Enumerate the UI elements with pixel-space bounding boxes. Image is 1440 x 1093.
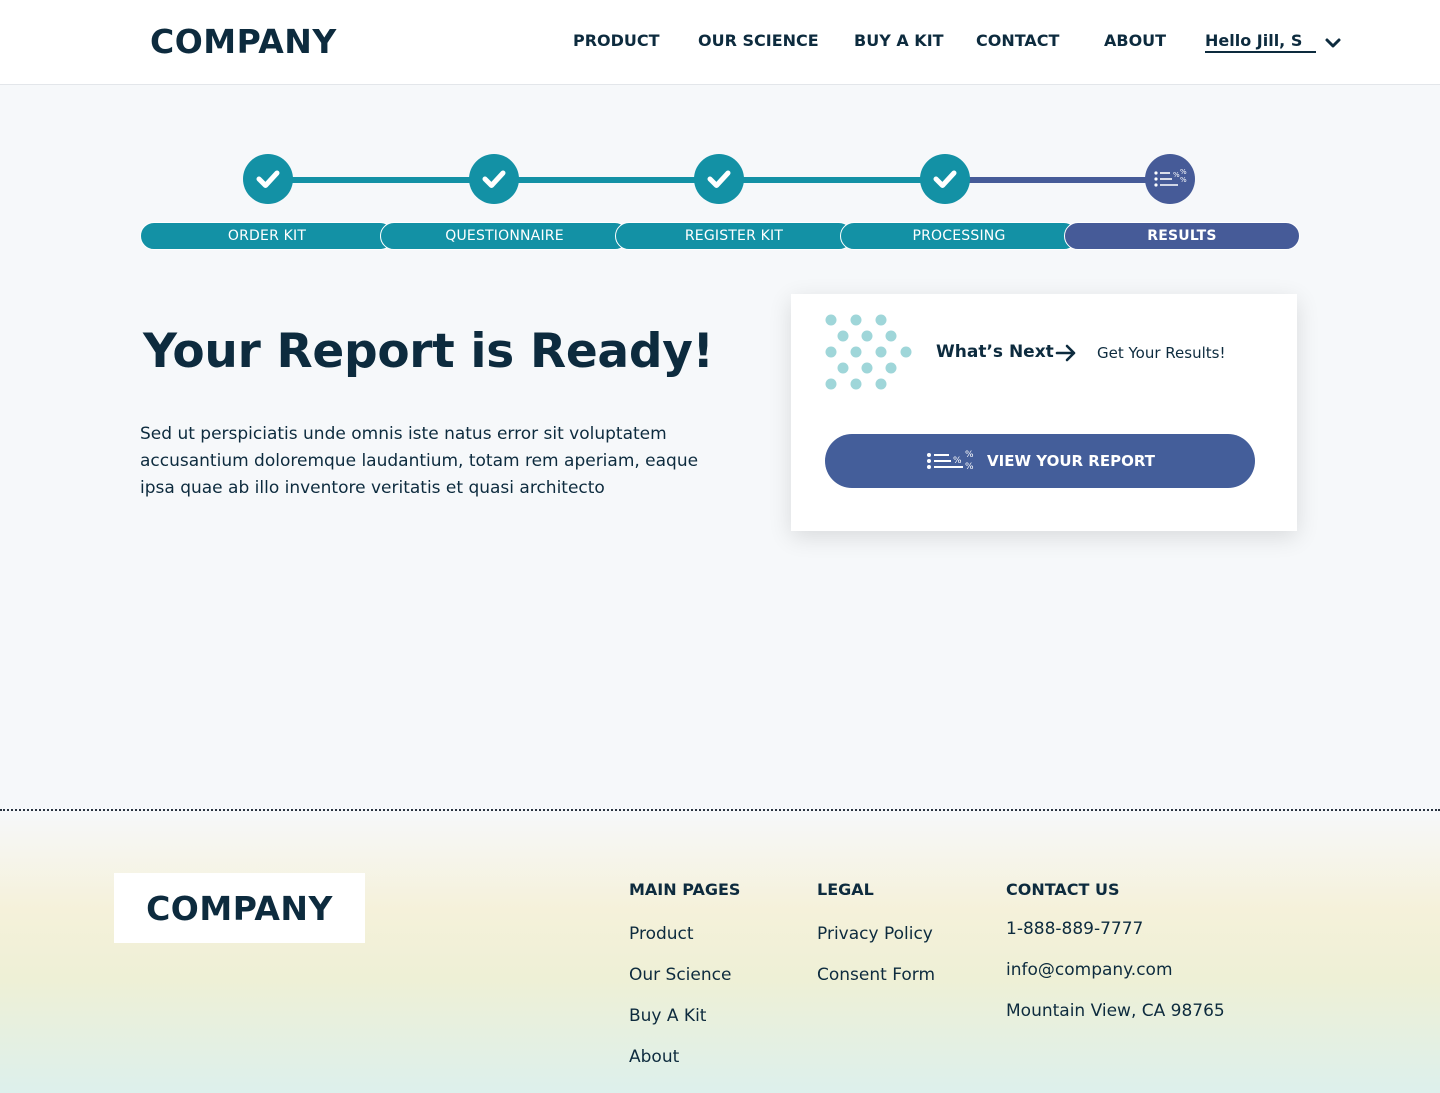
step-connector <box>720 177 946 183</box>
progress-stepper: % % % ORDER KIT QUESTIONNAIRE REGISTER K… <box>140 150 1300 252</box>
footer-link-privacy-policy[interactable]: Privacy Policy <box>817 924 933 944</box>
step-connector <box>494 177 720 183</box>
step-label-order-kit[interactable]: ORDER KIT <box>140 222 394 250</box>
footer-logo: COMPANY <box>146 888 333 928</box>
whats-next-label: What’s Next <box>936 342 1054 362</box>
arrow-right-icon <box>1055 344 1076 362</box>
step-label-register-kit[interactable]: REGISTER KIT <box>615 222 853 250</box>
report-icon: % % % <box>927 450 974 472</box>
site-footer: COMPANY MAIN PAGES Product Our Science B… <box>0 811 1440 1093</box>
logo[interactable]: COMPANY <box>150 22 337 61</box>
step-label-results[interactable]: RESULTS <box>1064 222 1300 250</box>
check-icon <box>469 154 519 204</box>
get-results-text: Get Your Results! <box>1097 344 1226 362</box>
legal-heading: LEGAL <box>817 880 874 899</box>
contact-address: Mountain View, CA 98765 <box>1006 1001 1225 1021</box>
step-connector <box>268 177 494 183</box>
footer-link-about[interactable]: About <box>629 1047 679 1067</box>
nav-about[interactable]: ABOUT <box>1104 31 1166 50</box>
chevron-down-icon[interactable] <box>1323 33 1343 53</box>
dots-pattern-icon <box>825 314 912 390</box>
nav-product[interactable]: PRODUCT <box>573 31 660 50</box>
view-report-label: VIEW YOUR REPORT <box>987 452 1155 470</box>
footer-link-our-science[interactable]: Our Science <box>629 965 731 985</box>
page-title: Your Report is Ready! <box>143 324 714 379</box>
nav-buy-a-kit[interactable]: BUY A KIT <box>854 31 944 50</box>
step-label-questionnaire[interactable]: QUESTIONNAIRE <box>380 222 629 250</box>
check-icon <box>920 154 970 204</box>
footer-link-product[interactable]: Product <box>629 924 694 944</box>
nav-our-science[interactable]: OUR SCIENCE <box>698 31 819 50</box>
contact-email[interactable]: info@company.com <box>1006 960 1173 980</box>
svg-text:%: % <box>1173 171 1180 179</box>
view-report-button[interactable]: % % % VIEW YOUR REPORT <box>825 434 1255 488</box>
nav-contact[interactable]: CONTACT <box>976 31 1059 50</box>
footer-logo-box[interactable]: COMPANY <box>114 873 365 943</box>
contact-heading: CONTACT US <box>1006 880 1120 899</box>
footer-link-buy-a-kit[interactable]: Buy A Kit <box>629 1006 706 1026</box>
intro-text: Sed ut perspiciatis unde omnis iste natu… <box>140 424 699 498</box>
report-icon: % % % <box>1145 154 1195 204</box>
user-menu[interactable]: Hello Jill, S <box>1205 31 1316 53</box>
step-label-processing[interactable]: PROCESSING <box>840 222 1078 250</box>
footer-link-consent-form[interactable]: Consent Form <box>817 965 935 985</box>
svg-text:%: % <box>1180 169 1187 176</box>
main-pages-heading: MAIN PAGES <box>629 880 741 899</box>
step-connector <box>946 177 1172 183</box>
check-icon <box>694 154 744 204</box>
site-header: COMPANY PRODUCT OUR SCIENCE BUY A KIT CO… <box>0 0 1440 85</box>
svg-text:%: % <box>1180 176 1187 184</box>
svg-text:%: % <box>965 450 974 460</box>
svg-text:%: % <box>965 462 974 472</box>
contact-phone[interactable]: 1-888-889-7777 <box>1006 919 1143 939</box>
svg-text:%: % <box>953 456 962 466</box>
check-icon <box>243 154 293 204</box>
